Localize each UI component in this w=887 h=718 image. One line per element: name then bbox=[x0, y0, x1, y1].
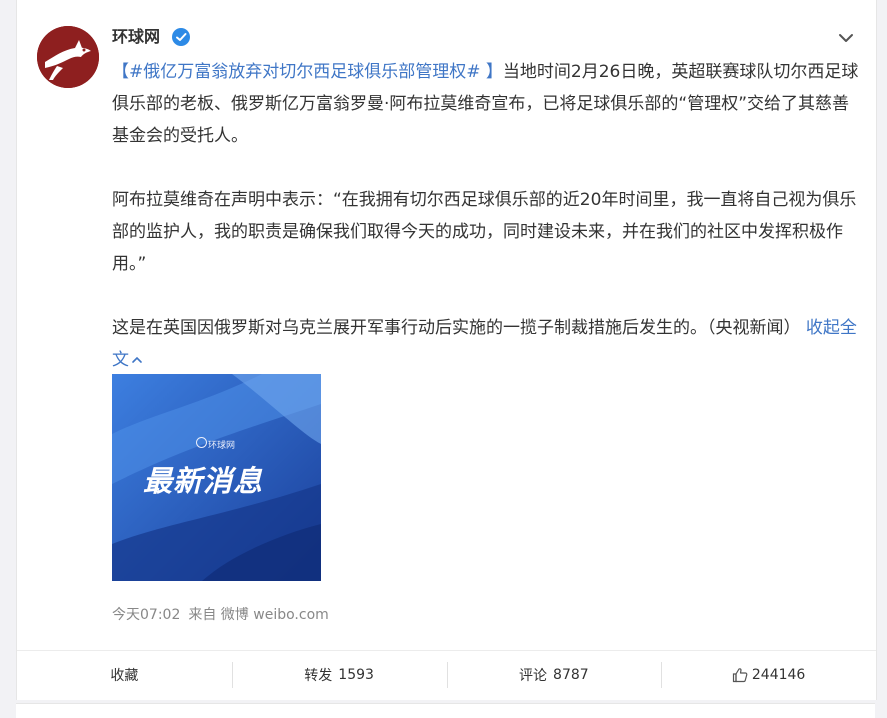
verified-check-icon bbox=[172, 28, 190, 46]
repost-label: 转发 bbox=[304, 668, 333, 684]
comment-count: 8787 bbox=[553, 667, 589, 683]
post-meta: 今天07:02 来自 微博 weibo.com bbox=[112, 604, 337, 624]
action-bar: 收藏 转发 1593 评论 8787 244146 bbox=[17, 650, 876, 699]
comment-label: 评论 bbox=[519, 668, 548, 684]
globe-dog-logo-icon bbox=[37, 26, 99, 88]
repost-button[interactable]: 转发 1593 bbox=[231, 651, 447, 699]
chevron-down-icon[interactable] bbox=[835, 28, 857, 48]
image-brand-text: 环球网 bbox=[208, 441, 236, 451]
hashtag-link[interactable]: 【#俄亿万富翁放弃对切尔西足球俱乐部管理权# 】 bbox=[112, 62, 503, 82]
post-time[interactable]: 今天07:02 bbox=[112, 607, 180, 623]
thumbs-up-icon bbox=[732, 668, 748, 683]
chevron-up-icon bbox=[132, 356, 142, 363]
post-paragraph-3-text: 这是在英国因俄罗斯对乌克兰展开军事行动后实施的一揽子制裁措施后发生的。（央视新闻… bbox=[112, 318, 801, 338]
author-avatar[interactable] bbox=[37, 26, 99, 88]
post-paragraph-2: 阿布拉莫维奇在声明中表示：“在我拥有切尔西足球俱乐部的近20年时间里，我一直将自… bbox=[112, 190, 857, 274]
news-image[interactable]: 环球网 最新消息 bbox=[112, 374, 321, 581]
post-paragraph-1: 【#俄亿万富翁放弃对切尔西足球俱乐部管理权# 】当地时间2月26日晚，英超联赛球… bbox=[112, 56, 860, 152]
like-button[interactable]: 244146 bbox=[661, 651, 876, 699]
repost-count: 1593 bbox=[338, 667, 374, 683]
author-name[interactable]: 环球网 bbox=[112, 26, 160, 48]
image-title-text: 最新消息 bbox=[143, 464, 264, 498]
comment-button[interactable]: 评论 8787 bbox=[446, 651, 662, 699]
favorite-button[interactable]: 收藏 bbox=[17, 651, 232, 699]
weibo-post-card: 环球网 【#俄亿万富翁放弃对切尔西足球俱乐部管理权# 】当地时间2月26日晚，英… bbox=[16, 0, 877, 700]
post-body: 【#俄亿万富翁放弃对切尔西足球俱乐部管理权# 】当地时间2月26日晚，英超联赛球… bbox=[112, 56, 860, 376]
next-card-edge bbox=[16, 703, 875, 718]
like-count: 244146 bbox=[751, 667, 806, 683]
image-logo-icon bbox=[196, 437, 207, 448]
post-paragraph-3: 这是在英国因俄罗斯对乌克兰展开军事行动后实施的一揽子制裁措施后发生的。（央视新闻… bbox=[112, 312, 860, 376]
post-source: 来自 微博 weibo.com bbox=[188, 607, 329, 623]
favorite-label: 收藏 bbox=[110, 668, 139, 684]
